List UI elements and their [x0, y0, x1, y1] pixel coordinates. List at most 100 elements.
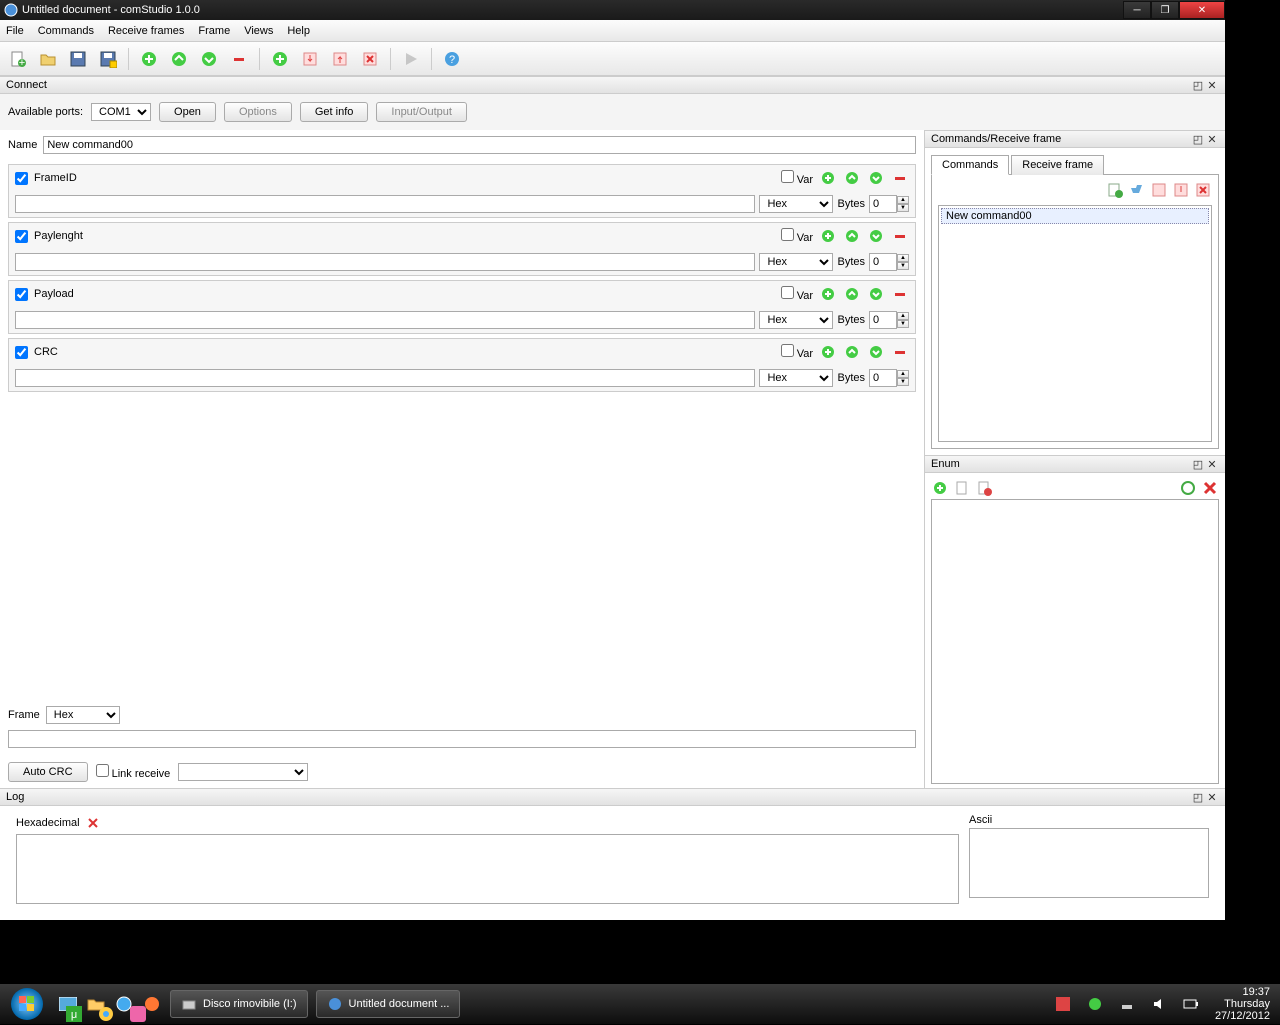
field-up-icon[interactable]	[843, 285, 861, 303]
quick-music-icon[interactable]	[127, 1003, 149, 1025]
bytes-down-icon[interactable]: ▼	[897, 378, 909, 386]
field-bytes-input[interactable]	[869, 253, 897, 271]
frame-output-input[interactable]	[8, 730, 916, 748]
field-remove-icon[interactable]	[891, 169, 909, 187]
log-undock-icon[interactable]: ◰	[1191, 791, 1205, 804]
log-ascii-area[interactable]	[969, 828, 1209, 898]
log-hex-area[interactable]	[16, 834, 959, 904]
bytes-up-icon[interactable]: ▲	[897, 254, 909, 262]
field-var-checkbox[interactable]: Var	[781, 344, 813, 360]
field-down-icon[interactable]	[867, 343, 885, 361]
field-var-checkbox[interactable]: Var	[781, 286, 813, 302]
tab-receive-frame[interactable]: Receive frame	[1011, 155, 1104, 175]
field-bytes-input[interactable]	[869, 369, 897, 387]
enum-delete-icon[interactable]	[1201, 479, 1219, 497]
field-down-icon[interactable]	[867, 169, 885, 187]
field-remove-icon[interactable]	[891, 227, 909, 245]
enum-list[interactable]	[931, 499, 1219, 784]
quick-chrome-icon[interactable]	[95, 1003, 117, 1025]
close-button[interactable]: ✕	[1179, 1, 1225, 19]
cmd-import-icon[interactable]	[1150, 181, 1168, 199]
bytes-up-icon[interactable]: ▲	[897, 370, 909, 378]
menu-commands[interactable]: Commands	[38, 25, 94, 37]
up-icon[interactable]	[167, 47, 191, 71]
field-up-icon[interactable]	[843, 169, 861, 187]
menu-help[interactable]: Help	[287, 25, 310, 37]
field-var-checkbox[interactable]: Var	[781, 170, 813, 186]
field-enable-checkbox[interactable]	[15, 346, 28, 359]
name-input[interactable]	[43, 136, 916, 154]
bytes-down-icon[interactable]: ▼	[897, 204, 909, 212]
field-value-input[interactable]	[15, 253, 755, 271]
cmd-export-icon[interactable]	[1172, 181, 1190, 199]
save-icon[interactable]	[66, 47, 90, 71]
enum-close-icon[interactable]: ✕	[1205, 458, 1219, 471]
bytes-up-icon[interactable]: ▲	[897, 312, 909, 320]
minimize-button[interactable]: ─	[1123, 1, 1151, 19]
tray-network-icon[interactable]	[1116, 993, 1138, 1015]
field-value-input[interactable]	[15, 195, 755, 213]
field-up-icon[interactable]	[843, 227, 861, 245]
enum-add-icon[interactable]	[931, 479, 949, 497]
taskbar-item-disk[interactable]: Disco rimovibile (I:)	[170, 990, 308, 1018]
enum-edit-icon[interactable]	[953, 479, 971, 497]
commands-undock-icon[interactable]: ◰	[1191, 133, 1205, 146]
bytes-down-icon[interactable]: ▼	[897, 320, 909, 328]
field-add-icon[interactable]	[819, 227, 837, 245]
cmd-add-icon[interactable]	[1106, 181, 1124, 199]
port-select[interactable]: COM1	[91, 103, 151, 121]
field-value-input[interactable]	[15, 369, 755, 387]
field-format-select[interactable]: Hex	[759, 253, 833, 271]
quick-utorrent-icon[interactable]: μ	[63, 1003, 85, 1025]
field-add-icon[interactable]	[819, 169, 837, 187]
field-format-select[interactable]: Hex	[759, 195, 833, 213]
down-icon[interactable]	[197, 47, 221, 71]
link-receive-checkbox[interactable]: Link receive	[96, 764, 171, 780]
log-close-icon[interactable]: ✕	[1205, 791, 1219, 804]
menu-views[interactable]: Views	[244, 25, 273, 37]
bytes-down-icon[interactable]: ▼	[897, 262, 909, 270]
getinfo-button[interactable]: Get info	[300, 102, 369, 122]
field-down-icon[interactable]	[867, 285, 885, 303]
export-icon[interactable]	[328, 47, 352, 71]
field-bytes-input[interactable]	[869, 195, 897, 213]
link-receive-select[interactable]	[178, 763, 308, 781]
menu-file[interactable]: File	[6, 25, 24, 37]
remove-icon[interactable]	[227, 47, 251, 71]
log-clear-icon[interactable]	[84, 814, 102, 832]
bytes-up-icon[interactable]: ▲	[897, 196, 909, 204]
save-as-icon[interactable]	[96, 47, 120, 71]
field-value-input[interactable]	[15, 311, 755, 329]
connect-undock-icon[interactable]: ◰	[1191, 79, 1205, 92]
field-format-select[interactable]: Hex	[759, 369, 833, 387]
commands-close-icon[interactable]: ✕	[1205, 133, 1219, 146]
open-button[interactable]: Open	[159, 102, 216, 122]
taskbar-clock[interactable]: 19:37 Thursday 27/12/2012	[1209, 986, 1276, 1022]
help-icon[interactable]: ?	[440, 47, 464, 71]
tray-icon-1[interactable]	[1052, 993, 1074, 1015]
field-remove-icon[interactable]	[891, 285, 909, 303]
field-enable-checkbox[interactable]	[15, 230, 28, 243]
add-icon[interactable]	[137, 47, 161, 71]
open-file-icon[interactable]	[36, 47, 60, 71]
frame-format-select[interactable]: Hex	[46, 706, 120, 724]
field-down-icon[interactable]	[867, 227, 885, 245]
field-enable-checkbox[interactable]	[15, 288, 28, 301]
tab-commands[interactable]: Commands	[931, 155, 1009, 175]
maximize-button[interactable]: ❐	[1151, 1, 1179, 19]
tray-icon-2[interactable]	[1084, 993, 1106, 1015]
command-list-item[interactable]: New command00	[941, 208, 1209, 224]
field-format-select[interactable]: Hex	[759, 311, 833, 329]
field-var-checkbox[interactable]: Var	[781, 228, 813, 244]
delete-frame-icon[interactable]	[358, 47, 382, 71]
taskbar-item-app[interactable]: Untitled document ...	[316, 990, 461, 1018]
menu-frame[interactable]: Frame	[198, 25, 230, 37]
input-output-button[interactable]: Input/Output	[376, 102, 467, 122]
field-up-icon[interactable]	[843, 343, 861, 361]
run-icon[interactable]	[399, 47, 423, 71]
field-add-icon[interactable]	[819, 343, 837, 361]
tray-volume-icon[interactable]	[1148, 993, 1170, 1015]
enum-undock-icon[interactable]: ◰	[1191, 458, 1205, 471]
cmd-copy-icon[interactable]	[1128, 181, 1146, 199]
autocrc-button[interactable]: Auto CRC	[8, 762, 88, 782]
